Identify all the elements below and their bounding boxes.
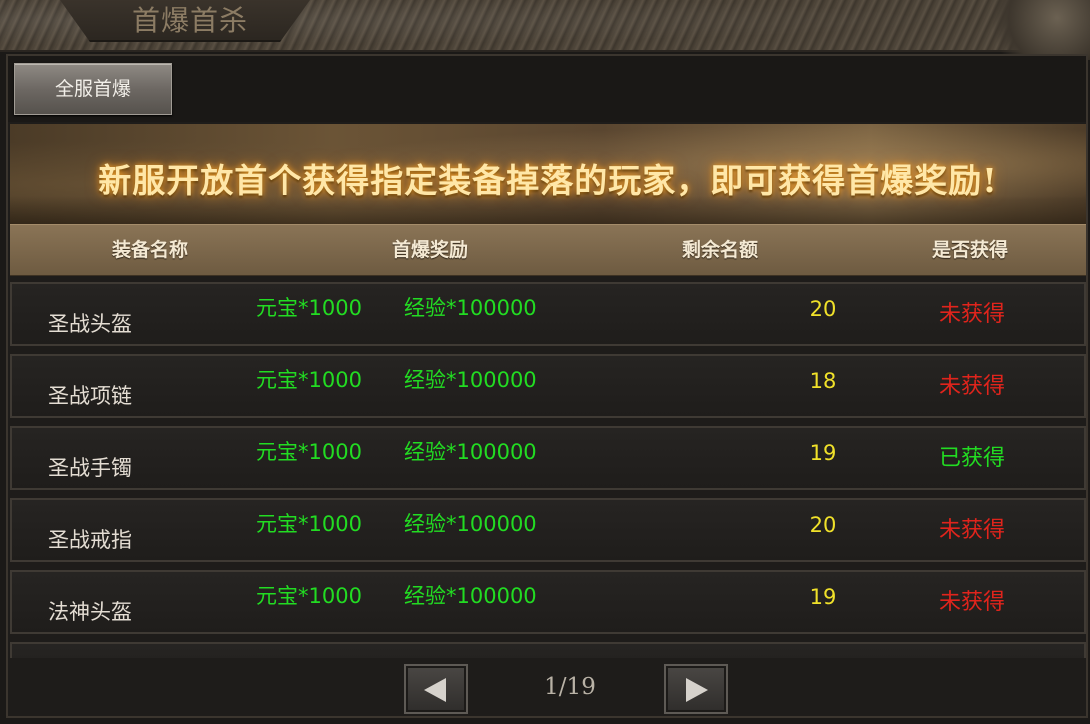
announcement-banner: 新服开放首个获得指定装备掉落的玩家，即可获得首爆奖励! [10,124,1086,224]
pagination: 1/19 [8,660,1086,720]
table-row: 圣战手镯 元宝*1000 经验*100000 19 已获得 [10,426,1086,490]
remaining-count: 18 [809,369,837,393]
corner-ornament-icon [980,0,1090,60]
reward-exp: 经验*100000 [404,296,537,320]
equipment-name: 圣战头盔 [48,312,132,336]
obtained-status: 未获得 [938,518,1005,543]
remaining-count: 19 [809,441,837,465]
next-page-button[interactable] [664,664,728,714]
banner-text: 新服开放首个获得指定装备掉落的玩家，即可获得首爆奖励! [98,161,998,200]
arrow-right-icon [686,678,708,702]
prev-page-button[interactable] [404,664,468,714]
header-remaining-slots: 剩余名额 [681,239,758,261]
header-first-drop-reward: 首爆奖励 [391,239,468,261]
reward-ingot: 元宝*1000 [256,512,362,536]
reward-exp: 经验*100000 [404,368,537,392]
equipment-name: 法神头盔 [48,600,132,624]
obtained-status: 未获得 [938,374,1005,399]
reward-exp: 经验*100000 [404,440,537,464]
reward-ingot: 元宝*1000 [256,368,362,392]
window-title: 首爆首杀 [132,4,249,37]
header-equipment-name: 装备名称 [111,239,188,261]
remaining-count: 19 [809,585,837,609]
remaining-count: 20 [809,297,837,321]
main-panel: 全服首爆 新服开放首个获得指定装备掉落的玩家，即可获得首爆奖励! 装备名称 首爆… [6,54,1088,718]
obtained-status: 已获得 [938,446,1005,471]
title-frame: 首爆首杀 [0,0,1090,60]
table-row: 圣战头盔 元宝*1000 经验*100000 20 未获得 [10,282,1086,346]
equipment-name: 圣战戒指 [48,528,132,552]
obtained-status: 未获得 [938,302,1005,327]
reward-exp: 经验*100000 [404,512,537,536]
remaining-count: 20 [809,513,837,537]
table-body: 圣战头盔 元宝*1000 经验*100000 20 未获得 圣战项链 元宝*10… [10,282,1086,658]
header-obtained-status: 是否获得 [931,239,1008,261]
equipment-name: 圣战手镯 [48,456,132,480]
tab-server-first-drop[interactable]: 全服首爆 [14,63,172,115]
equipment-name: 圣战项链 [48,384,132,408]
reward-ingot: 元宝*1000 [256,440,362,464]
table-row-partial [10,642,1086,658]
obtained-status: 未获得 [938,590,1005,615]
tab-bar: 全服首爆 [8,56,1086,122]
arrow-left-icon [424,678,446,702]
table-row: 圣战项链 元宝*1000 经验*100000 18 未获得 [10,354,1086,418]
table-row: 法神头盔 元宝*1000 经验*100000 19 未获得 [10,570,1086,634]
table-header: 装备名称 首爆奖励 剩余名额 是否获得 [10,224,1086,276]
table-row: 圣战戒指 元宝*1000 经验*100000 20 未获得 [10,498,1086,562]
reward-ingot: 元宝*1000 [256,296,362,320]
reward-ingot: 元宝*1000 [256,584,362,608]
reward-exp: 经验*100000 [404,584,537,608]
page-indicator: 1/19 [544,674,596,700]
